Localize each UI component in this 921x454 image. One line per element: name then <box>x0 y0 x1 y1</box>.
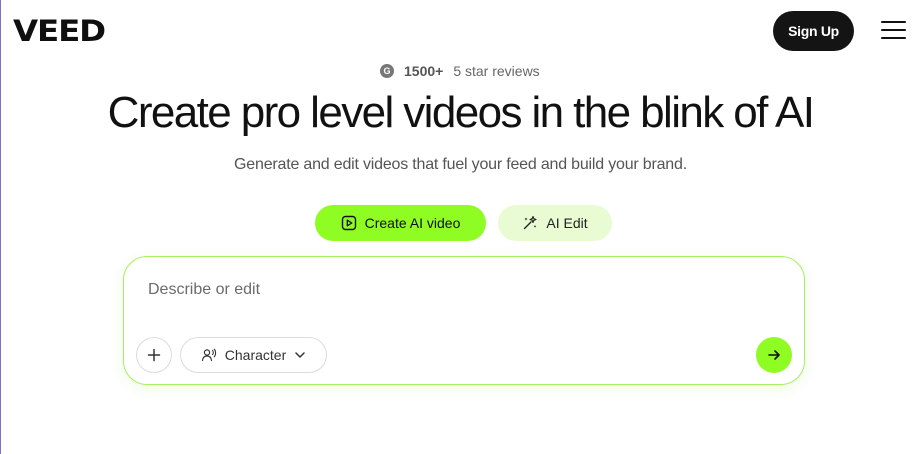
hamburger-menu-icon[interactable] <box>881 21 906 39</box>
hero-title: Create pro level videos in the blink of … <box>107 88 815 137</box>
menu-line <box>881 29 906 31</box>
user-voice-icon <box>201 347 217 363</box>
create-ai-video-button[interactable]: Create AI video <box>315 205 486 241</box>
prompt-input[interactable] <box>148 277 778 303</box>
add-attachment-button[interactable] <box>136 337 172 373</box>
g2-logo-icon: G <box>380 64 394 78</box>
menu-line <box>881 21 906 23</box>
review-count: 1500+ <box>404 63 444 79</box>
review-label: 5 star reviews <box>453 63 540 79</box>
arrow-right-icon <box>767 348 781 362</box>
prompt-box: Character <box>123 256 805 385</box>
create-ai-video-label: Create AI video <box>364 215 461 231</box>
character-label: Character <box>224 347 287 363</box>
reviews-badge: G 1500+ 5 star reviews <box>380 62 540 80</box>
magic-sparkle-icon <box>522 215 538 231</box>
hero-subtitle: Generate and edit videos that fuel your … <box>234 156 687 173</box>
send-button[interactable] <box>756 337 792 373</box>
plus-icon <box>147 348 161 362</box>
ai-edit-button[interactable]: AI Edit <box>498 205 612 241</box>
window-edge <box>0 0 1 454</box>
menu-line <box>881 37 906 39</box>
veed-logo[interactable]: VEED <box>13 15 106 47</box>
sign-up-button[interactable]: Sign Up <box>773 11 854 51</box>
chevron-down-icon <box>294 349 306 361</box>
character-dropdown[interactable]: Character <box>180 337 327 373</box>
ai-edit-label: AI Edit <box>546 215 588 231</box>
play-square-icon <box>341 215 357 231</box>
